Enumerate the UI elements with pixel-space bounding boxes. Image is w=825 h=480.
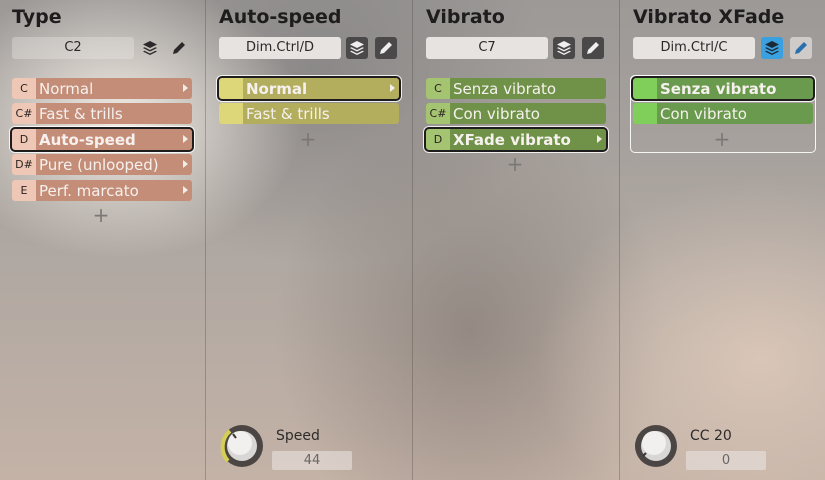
xfade-edit-button[interactable] [790, 37, 812, 59]
item-label: Senza vibrato [453, 79, 557, 98]
list-item-perf-marcato[interactable]: E Perf. marcato [12, 180, 192, 201]
xfade-layers-button[interactable] [761, 37, 783, 59]
list-item-auto-speed[interactable]: D Auto-speed [10, 127, 194, 152]
xfade-key-field[interactable]: Dim.Ctrl/C [633, 37, 755, 59]
key-tag: C [426, 78, 450, 99]
autospeed-column: Auto-speed Dim.Ctrl/D Normal Fast & tril… [207, 0, 412, 480]
key-tag: E [12, 180, 36, 201]
item-label: XFade vibrato [453, 130, 571, 149]
key-tag: C [12, 78, 36, 99]
item-label: Con vibrato [660, 104, 747, 123]
pencil-icon [587, 42, 599, 54]
list-item-pure-unlooped[interactable]: D# Pure (unlooped) [12, 154, 192, 175]
play-arrow-icon [597, 135, 602, 143]
type-edit-button[interactable] [168, 37, 190, 59]
key-tag [219, 103, 243, 124]
play-arrow-icon [183, 186, 188, 194]
list-item-senza-vibrato[interactable]: Senza vibrato [631, 76, 815, 101]
autospeed-layers-button[interactable] [346, 37, 368, 59]
play-arrow-icon [390, 84, 395, 92]
pencil-icon [173, 42, 185, 54]
type-title: Type [12, 6, 62, 28]
key-tag [219, 78, 243, 99]
vibrato-key-field[interactable]: C7 [426, 37, 548, 59]
item-label: Senza vibrato [660, 79, 777, 98]
list-item-normal[interactable]: C Normal [12, 78, 192, 99]
item-label: Pure (unlooped) [39, 155, 159, 174]
type-layers-button[interactable] [139, 37, 161, 59]
cc20-value-field[interactable]: 0 [686, 451, 766, 470]
layers-icon [557, 41, 571, 55]
add-articulation-button[interactable]: + [298, 129, 318, 149]
vibrato-layers-button[interactable] [553, 37, 575, 59]
add-articulation-button[interactable]: + [505, 154, 525, 174]
list-item-fast-trills[interactable]: C# Fast & trills [12, 103, 192, 124]
type-key-field[interactable]: C2 [12, 37, 134, 59]
play-arrow-icon [183, 84, 188, 92]
knob-icon [220, 425, 263, 467]
knob-icon [635, 425, 677, 467]
key-tag: D [12, 129, 36, 150]
list-item-con-vibrato[interactable]: Con vibrato [633, 103, 813, 124]
item-label: Normal [246, 79, 308, 98]
list-item-senza-vibrato[interactable]: C Senza vibrato [426, 78, 606, 99]
key-tag: D# [12, 154, 36, 175]
xfade-title: Vibrato XFade [633, 6, 785, 28]
layers-icon [143, 41, 157, 55]
item-label: Auto-speed [39, 130, 136, 149]
cc20-knob[interactable] [633, 423, 679, 469]
xfade-column: Vibrato XFade Dim.Ctrl/C Senza vibrato C… [621, 0, 825, 480]
add-articulation-button[interactable]: + [91, 205, 111, 225]
add-articulation-button[interactable]: + [712, 129, 732, 149]
speed-label: Speed [276, 428, 320, 444]
layers-icon [765, 41, 779, 55]
item-label: Fast & trills [246, 104, 330, 123]
key-tag [633, 78, 657, 99]
autospeed-edit-button[interactable] [375, 37, 397, 59]
play-arrow-icon [183, 160, 188, 168]
item-label: Perf. marcato [39, 181, 139, 200]
cc20-label: CC 20 [690, 428, 732, 444]
layers-icon [350, 41, 364, 55]
key-tag [633, 103, 657, 124]
vibrato-title: Vibrato [426, 6, 505, 28]
speed-knob[interactable] [219, 423, 265, 469]
key-tag: D [426, 129, 450, 150]
item-label: Con vibrato [453, 104, 540, 123]
pencil-icon [795, 42, 807, 54]
list-item-normal[interactable]: Normal [217, 76, 401, 101]
list-item-fast-trills[interactable]: Fast & trills [219, 103, 399, 124]
list-item-xfade-vibrato[interactable]: D XFade vibrato [424, 127, 608, 152]
vibrato-edit-button[interactable] [582, 37, 604, 59]
item-label: Normal [39, 79, 94, 98]
item-label: Fast & trills [39, 104, 123, 123]
key-tag: C# [426, 103, 450, 124]
column-divider [205, 0, 206, 480]
speed-value-field[interactable]: 44 [272, 451, 352, 470]
pencil-icon [380, 42, 392, 54]
list-item-con-vibrato[interactable]: C# Con vibrato [426, 103, 606, 124]
vibrato-column: Vibrato C7 C Senza vibrato C# Con vibrat… [414, 0, 619, 480]
type-column: Type C2 C Normal C# Fast & trills D Auto… [0, 0, 205, 480]
play-arrow-icon [183, 135, 188, 143]
autospeed-title: Auto-speed [219, 6, 342, 28]
key-tag: C# [12, 103, 36, 124]
column-divider [412, 0, 413, 480]
column-divider [619, 0, 620, 480]
autospeed-key-field[interactable]: Dim.Ctrl/D [219, 37, 341, 59]
